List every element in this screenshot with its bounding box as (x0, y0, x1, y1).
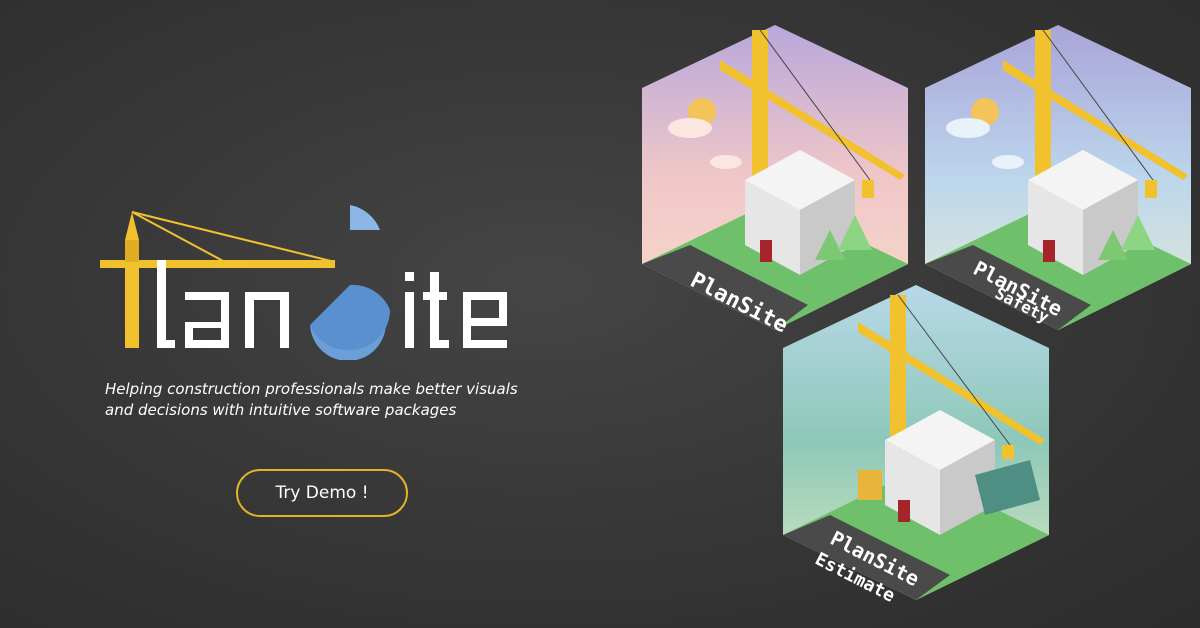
product-tile-plansite-safety[interactable]: PlanSite Safety (925, 25, 1191, 330)
coin-stack-icon (858, 470, 882, 500)
product-tile-plansite-estimate[interactable]: PlanSite Estimate (783, 285, 1049, 607)
product-tile-plansite[interactable]: PlanSite (642, 25, 908, 338)
product-tiles: PlanSite PlanSite Safety PlanSite Estima… (642, 25, 1191, 607)
